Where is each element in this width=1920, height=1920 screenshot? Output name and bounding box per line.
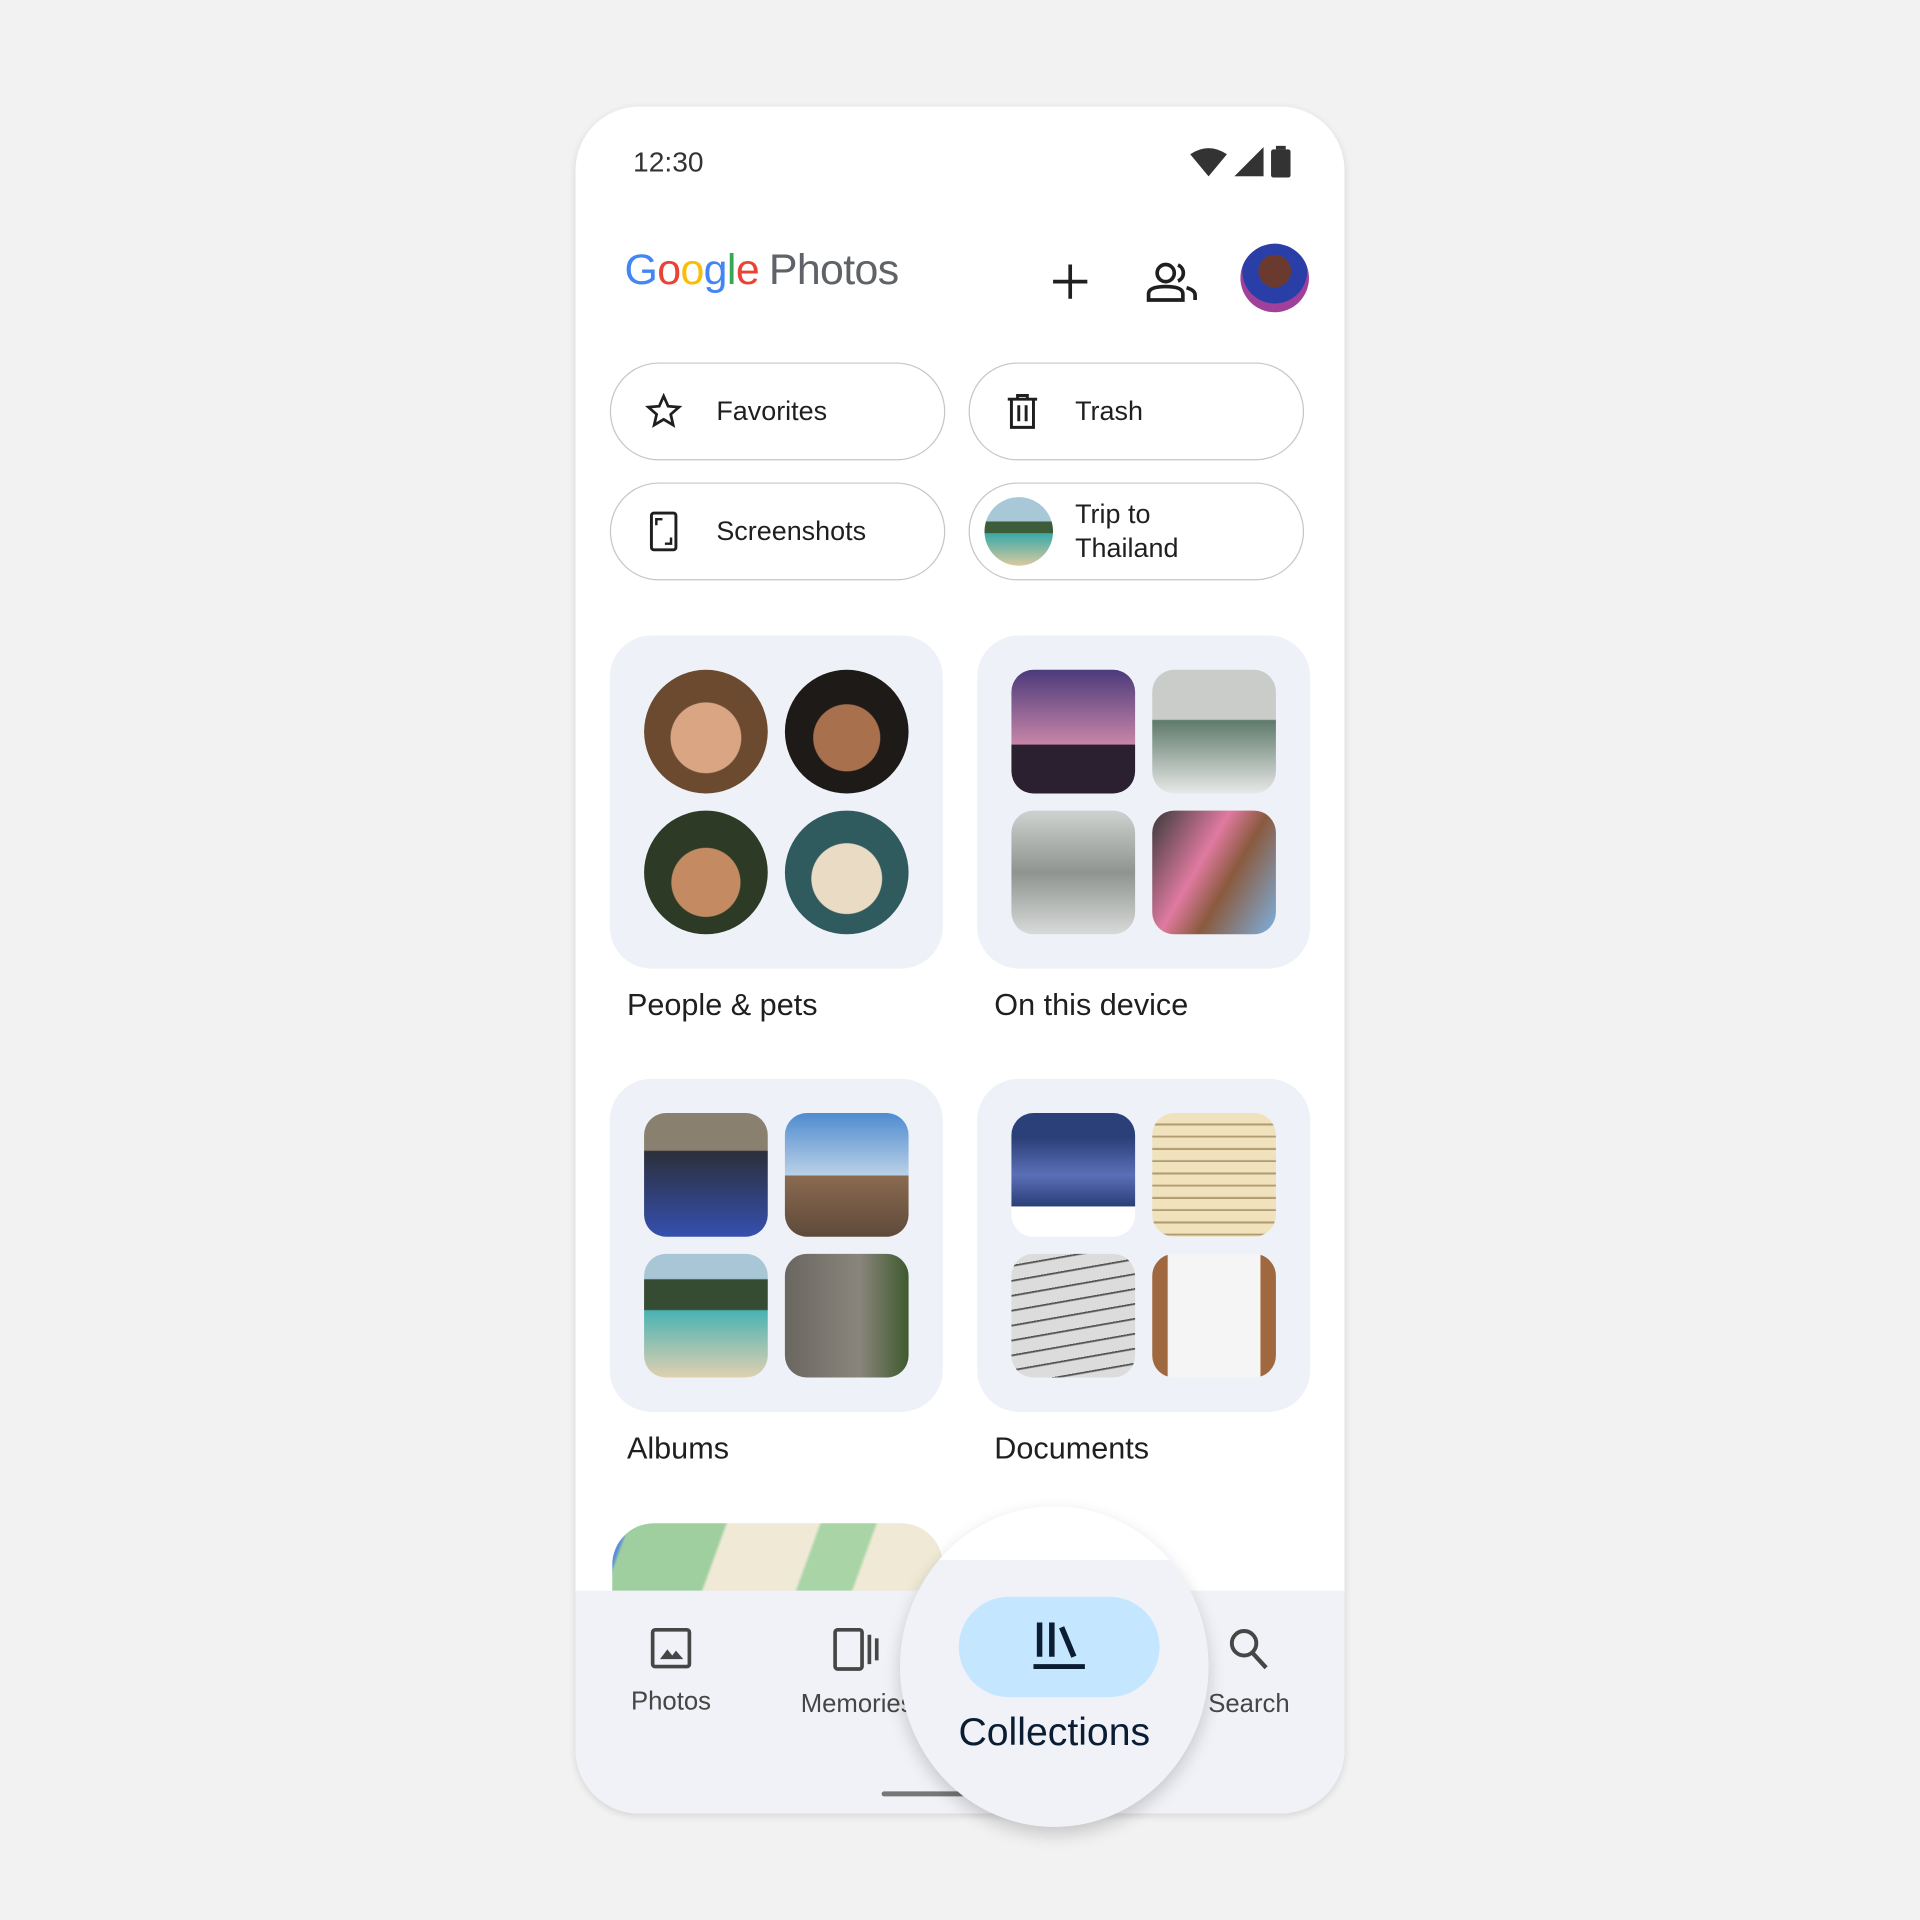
nav-label: Photos bbox=[630, 1687, 712, 1716]
album-thumbnail bbox=[984, 497, 1054, 566]
photo-thumbnail bbox=[1152, 669, 1276, 794]
chip-screenshots[interactable]: Screenshots bbox=[609, 482, 946, 581]
chip-trip-to-thailand[interactable]: Trip to Thailand bbox=[968, 482, 1305, 581]
photo-thumbnail bbox=[1152, 810, 1276, 935]
chip-favorites[interactable]: Favorites bbox=[609, 362, 946, 461]
battery-icon bbox=[1271, 145, 1291, 178]
album-thumbnail bbox=[784, 1253, 909, 1378]
document-thumbnail bbox=[1152, 1113, 1276, 1237]
screenshot-icon bbox=[643, 511, 685, 553]
google-photos-logo: Google Photos bbox=[624, 246, 899, 295]
chip-label: Screenshots bbox=[716, 515, 867, 547]
collections-icon bbox=[1033, 1622, 1085, 1669]
trash-icon bbox=[1002, 391, 1044, 433]
chip-trash[interactable]: Trash bbox=[968, 362, 1305, 461]
magnifier-top bbox=[900, 1506, 1209, 1561]
collection-label: On this device bbox=[994, 988, 1189, 1023]
document-thumbnail bbox=[1011, 1253, 1136, 1378]
collection-people-pets[interactable] bbox=[609, 635, 943, 969]
nav-collections-magnified[interactable]: Collections bbox=[900, 1506, 1209, 1827]
photo-thumbnail bbox=[1011, 669, 1136, 794]
sharing-button[interactable] bbox=[1141, 251, 1202, 312]
collection-label: People & pets bbox=[626, 988, 818, 1023]
plus-icon bbox=[1053, 264, 1088, 299]
logo-photos: Photos bbox=[768, 246, 899, 294]
wifi-icon bbox=[1190, 148, 1227, 177]
album-thumbnail bbox=[784, 1113, 909, 1237]
pet-thumbnail bbox=[784, 810, 909, 935]
status-time: 12:30 bbox=[633, 145, 704, 178]
chip-label: Trash bbox=[1075, 395, 1143, 427]
search-icon bbox=[1229, 1629, 1268, 1670]
album-thumbnail bbox=[644, 1253, 768, 1378]
photo-thumbnail bbox=[1011, 810, 1136, 935]
person-thumbnail bbox=[644, 810, 768, 935]
status-icons bbox=[1190, 145, 1291, 178]
nav-photos[interactable]: Photos bbox=[598, 1627, 745, 1716]
people-icon bbox=[1146, 262, 1197, 302]
collection-on-this-device[interactable] bbox=[977, 635, 1311, 969]
add-button[interactable] bbox=[1040, 251, 1101, 312]
photo-icon bbox=[650, 1627, 692, 1669]
person-thumbnail bbox=[644, 669, 768, 794]
signal-icon bbox=[1234, 146, 1264, 177]
profile-avatar[interactable] bbox=[1240, 243, 1309, 313]
collection-label: Albums bbox=[626, 1431, 730, 1466]
document-thumbnail bbox=[1011, 1113, 1136, 1237]
album-thumbnail bbox=[644, 1113, 768, 1237]
document-thumbnail bbox=[1152, 1253, 1276, 1378]
chip-label: Trip to Thailand bbox=[1075, 498, 1179, 564]
star-icon bbox=[643, 391, 685, 433]
collection-albums[interactable] bbox=[609, 1078, 943, 1412]
memories-icon bbox=[833, 1627, 879, 1671]
collection-label: Documents bbox=[994, 1431, 1150, 1466]
person-thumbnail bbox=[784, 669, 909, 794]
active-indicator bbox=[958, 1596, 1160, 1698]
logo-google: Google bbox=[624, 246, 760, 294]
nav-label: Collections bbox=[958, 1709, 1151, 1754]
collection-documents[interactable] bbox=[977, 1078, 1311, 1412]
chip-label: Favorites bbox=[716, 395, 828, 427]
